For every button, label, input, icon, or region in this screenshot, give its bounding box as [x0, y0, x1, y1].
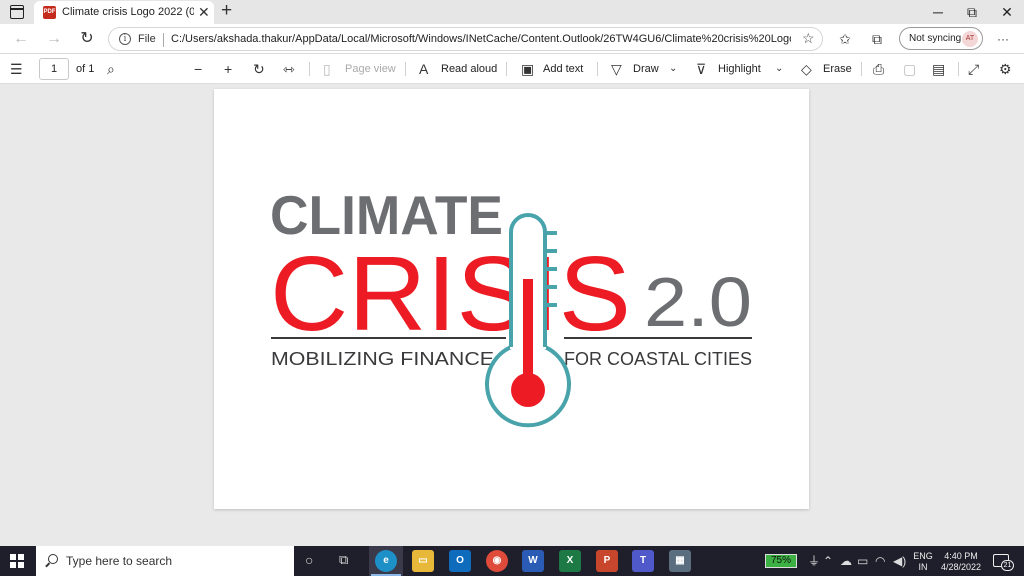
draw-button[interactable]: Draw: [633, 62, 659, 76]
climate-crisis-logo: CLIMATE CRISIS 2.0 MOBILIZING FINANCE FO…: [270, 184, 752, 428]
word-icon[interactable]: W: [522, 550, 544, 572]
tab-close-icon[interactable]: ✕: [198, 4, 210, 20]
logo-line-crisis: CRISIS: [270, 235, 631, 353]
excel-icon[interactable]: X: [559, 550, 581, 572]
add-text-icon[interactable]: ▣: [521, 60, 534, 78]
favorites-icon[interactable]: ✩: [836, 30, 854, 48]
rotate-icon[interactable]: ↻: [253, 60, 265, 78]
clock-time: 4:40 PM: [944, 551, 978, 561]
taskbar: Type here to search ○ ⧉ e ▭ O ◉ W X P T …: [0, 546, 1024, 576]
calculator-icon[interactable]: ▦: [669, 550, 691, 572]
url-text[interactable]: C:/Users/akshada.thakur/AppData/Local/Mi…: [171, 33, 791, 45]
refresh-button[interactable]: ↻: [77, 29, 97, 49]
power-plug-icon[interactable]: ⏚: [808, 553, 820, 569]
file-explorer-icon[interactable]: ▭: [412, 550, 434, 572]
logo-tagline-right: FOR COASTAL CITIES: [564, 349, 752, 369]
tab-climate-crisis-logo[interactable]: PDF Climate crisis Logo 2022 (002).pdf ✕: [34, 1, 214, 24]
language-code: ENG: [913, 551, 933, 561]
print-icon[interactable]: ⎙: [873, 60, 884, 78]
clock[interactable]: 4:40 PM 4/28/2022: [936, 551, 986, 573]
taskbar-search-box[interactable]: Type here to search: [36, 546, 294, 576]
edge-icon[interactable]: e: [375, 550, 397, 572]
document-viewer[interactable]: CLIMATE CRISIS 2.0 MOBILIZING FINANCE FO…: [0, 84, 1024, 546]
tab-title: Climate crisis Logo 2022 (002).pdf: [62, 6, 194, 18]
windows-start-icon[interactable]: [10, 554, 24, 568]
show-hidden-icons-chevron-icon[interactable]: ⌃: [823, 553, 833, 569]
divider: [958, 62, 959, 76]
draw-options-chevron-icon[interactable]: ⌄: [669, 60, 677, 78]
language-region: IN: [918, 562, 928, 572]
avatar: AT: [962, 31, 978, 47]
zoom-in-icon[interactable]: +: [224, 60, 232, 78]
divider: [861, 62, 862, 76]
new-tab-button[interactable]: +: [221, 0, 232, 22]
sync-status-label: Not syncing: [909, 33, 962, 44]
info-icon[interactable]: i: [119, 33, 131, 45]
clock-date: 4/28/2022: [940, 562, 982, 572]
page-number-input[interactable]: 1: [39, 58, 69, 80]
close-window-button[interactable]: ✕: [997, 2, 1017, 22]
volume-icon[interactable]: ◀): [893, 553, 906, 569]
read-aloud-icon[interactable]: A: [419, 60, 428, 78]
logo-version: 2.0: [644, 263, 752, 341]
cortana-icon[interactable]: ○: [305, 552, 313, 568]
teams-icon[interactable]: T: [632, 550, 654, 572]
outlook-icon[interactable]: O: [449, 550, 471, 572]
add-text-button[interactable]: Add text: [543, 62, 583, 76]
language-indicator[interactable]: ENG IN: [912, 551, 934, 573]
pdf-page: CLIMATE CRISIS 2.0 MOBILIZING FINANCE FO…: [214, 89, 809, 509]
divider: [309, 62, 310, 76]
contents-icon[interactable]: ☰: [10, 60, 23, 78]
collections-icon[interactable]: ⧉: [868, 30, 886, 48]
highlight-icon[interactable]: ⊽: [696, 60, 706, 78]
find-search-icon[interactable]: ⌕: [107, 60, 115, 78]
save-as-icon[interactable]: ▤: [932, 60, 945, 78]
battery-indicator[interactable]: 75%: [765, 554, 797, 568]
fit-to-width-icon[interactable]: ⇿: [283, 60, 295, 78]
page-view-button[interactable]: Page view: [345, 62, 396, 76]
back-button[interactable]: ←: [11, 29, 31, 49]
title-bar: PDF Climate crisis Logo 2022 (002).pdf ✕…: [0, 0, 1024, 24]
pdf-toolbar: ☰ 1 of 1 ⌕ − + ↻ ⇿ ▯ Page view A Read al…: [0, 54, 1024, 84]
task-view-icon[interactable]: ⧉: [339, 552, 348, 568]
address-bar-row: ← → ↻ i File C:/Users/akshada.thakur/App…: [0, 24, 1024, 54]
onedrive-cloud-icon[interactable]: ☁: [840, 553, 852, 569]
divider: [506, 62, 507, 76]
highlight-button[interactable]: Highlight: [718, 62, 761, 76]
address-bar[interactable]: i File C:/Users/akshada.thakur/AppData/L…: [108, 27, 823, 51]
battery-icon[interactable]: ▭: [857, 553, 868, 569]
window-menu-icon[interactable]: [10, 5, 24, 19]
draw-icon[interactable]: ▽: [611, 60, 622, 78]
divider: [405, 62, 406, 76]
page-total: of 1: [76, 63, 95, 75]
favorite-star-icon[interactable]: ☆: [802, 30, 815, 47]
page-view-icon[interactable]: ▯: [323, 60, 331, 78]
restore-button[interactable]: ⧉: [962, 2, 982, 22]
chrome-icon[interactable]: ◉: [486, 550, 508, 572]
forward-button[interactable]: →: [44, 29, 64, 49]
fullscreen-icon[interactable]: ⤢: [968, 60, 979, 78]
pdf-file-icon: PDF: [43, 6, 56, 19]
erase-button[interactable]: Erase: [823, 62, 852, 76]
logo-tagline-left: MOBILIZING FINANCE: [271, 349, 494, 369]
minimize-button[interactable]: ─: [928, 2, 948, 22]
divider: [597, 62, 598, 76]
search-placeholder: Type here to search: [66, 554, 173, 568]
eraser-icon[interactable]: ◇: [801, 60, 812, 78]
wifi-icon[interactable]: ◠: [875, 553, 885, 569]
more-options-icon[interactable]: ···: [994, 30, 1012, 48]
sync-profile-button[interactable]: Not syncing AT: [899, 27, 983, 50]
file-scheme-label: File: [138, 33, 156, 45]
save-icon[interactable]: ▢: [903, 60, 916, 78]
highlight-options-chevron-icon[interactable]: ⌄: [775, 60, 783, 78]
zoom-out-icon[interactable]: −: [194, 60, 202, 78]
read-aloud-button[interactable]: Read aloud: [441, 62, 497, 76]
notification-count-badge: 21: [1001, 560, 1014, 571]
settings-gear-icon[interactable]: ⚙: [999, 60, 1012, 78]
search-icon: [48, 554, 58, 564]
powerpoint-icon[interactable]: P: [596, 550, 618, 572]
divider: [163, 33, 164, 47]
